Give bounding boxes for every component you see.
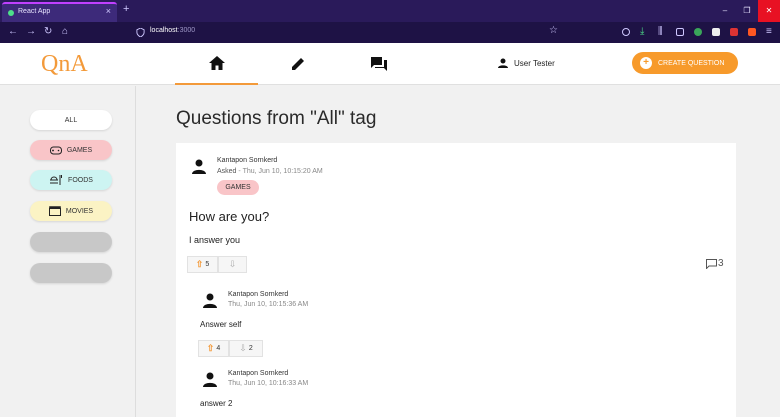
tag-all[interactable]: ALL <box>30 110 112 130</box>
nav-home[interactable] <box>175 43 258 85</box>
create-question-label: CREATE QUESTION <box>658 59 725 67</box>
grid-extension-icon[interactable] <box>712 28 720 36</box>
nav-ask[interactable] <box>256 43 339 85</box>
question-date: Asked - Thu, Jun 10, 10:15:20 AM <box>217 168 323 175</box>
avatar-icon <box>203 293 217 308</box>
pocket-icon[interactable] <box>622 28 630 36</box>
gamepad-icon <box>49 146 62 154</box>
new-tab-button[interactable]: + <box>123 3 129 15</box>
tag-games[interactable]: GAMES <box>30 140 112 160</box>
user-name: User Tester <box>514 58 555 68</box>
tag-movies[interactable]: MOVIES <box>30 201 112 221</box>
tag-label: MOVIES <box>65 207 94 215</box>
download-icon[interactable]: ⤓ <box>640 26 644 37</box>
tag-sidebar: ALL GAMES FOODS MOVIES <box>0 86 136 417</box>
question-title: How are you? <box>189 209 270 224</box>
forum-icon <box>370 57 387 71</box>
plus-icon: + <box>640 57 652 69</box>
movie-icon <box>48 206 61 216</box>
user-menu[interactable]: User Tester <box>498 58 555 68</box>
downvote-button[interactable]: ⇩ 2 <box>229 340 263 357</box>
favicon-icon <box>8 10 14 16</box>
create-question-button[interactable]: + CREATE QUESTION <box>632 52 738 74</box>
tag-placeholder[interactable] <box>30 232 112 252</box>
url-text: localhost:3000 <box>150 27 196 34</box>
home-nav-icon[interactable]: ⌂ <box>62 26 68 37</box>
downvote-count: 2 <box>248 345 253 352</box>
tag-label: GAMES <box>66 146 93 154</box>
address-bar[interactable]: localhost:3000 ☆ <box>128 25 568 40</box>
tab-title: React App <box>18 8 51 15</box>
avatar-icon <box>203 372 217 387</box>
browser-nav-bar: ← → ↻ ⌂ localhost:3000 ☆ ⤓ ⫼ ≡ <box>0 22 780 43</box>
back-icon[interactable]: ← <box>8 26 18 37</box>
menu-icon[interactable]: ≡ <box>766 26 772 37</box>
extension-icon[interactable] <box>694 28 702 36</box>
downvote-button[interactable]: ⇩ <box>218 256 247 273</box>
pencil-icon <box>291 58 304 70</box>
restore-button[interactable]: ❐ <box>736 0 758 22</box>
upvote-arrow-icon: ⇧ <box>206 343 215 353</box>
avatar-icon <box>192 159 206 174</box>
upvote-count: 4 <box>216 345 221 352</box>
answer-author[interactable]: Kantapon Sornkerd <box>228 370 288 377</box>
bookmark-star-icon[interactable]: ☆ <box>549 25 558 36</box>
close-window-button[interactable]: ✕ <box>758 0 780 22</box>
tag-label: FOODS <box>68 176 93 184</box>
upvote-count: 5 <box>205 261 210 268</box>
downvote-arrow-icon: ⇩ <box>228 259 237 269</box>
user-icon <box>498 58 508 68</box>
upvote-button[interactable]: ⇧ 5 <box>187 256 218 273</box>
nav-forum[interactable] <box>337 43 420 85</box>
shield-icon <box>136 28 145 37</box>
app-header: QnA User Tester + CREATE QUESTION <box>0 43 780 85</box>
question-tag[interactable]: GAMES <box>217 180 259 195</box>
tab-close-icon[interactable]: × <box>106 6 111 16</box>
question-author[interactable]: Kantapon Sornkerd <box>217 157 277 164</box>
tag-label: ALL <box>64 116 78 124</box>
upvote-button[interactable]: ⇧ 4 <box>198 340 229 357</box>
answer-body: answer 2 <box>200 399 233 408</box>
logo[interactable]: QnA <box>41 51 88 78</box>
upvote-arrow-icon: ⇧ <box>195 259 204 269</box>
window-controls: – ❐ ✕ <box>714 0 780 22</box>
tag-foods[interactable]: FOODS <box>30 170 112 190</box>
sidebar-toggle-icon[interactable] <box>676 28 684 36</box>
answer-date: Thu, Jun 10, 10:15:36 AM <box>228 301 309 308</box>
tag-placeholder[interactable] <box>30 263 112 283</box>
comment-count[interactable]: 3 <box>706 258 724 269</box>
answer-date: Thu, Jun 10, 10:16:33 AM <box>228 380 309 387</box>
browser-tab[interactable]: React App × <box>2 2 117 22</box>
reload-icon[interactable]: ↻ <box>44 26 52 37</box>
question-body: I answer you <box>189 235 241 245</box>
extension-red-icon[interactable] <box>730 28 738 36</box>
question-votes: ⇧ 5 ⇩ <box>187 256 247 273</box>
food-icon <box>50 175 63 185</box>
answer-votes: ⇧ 4 ⇩ 2 <box>198 340 263 357</box>
minimize-button[interactable]: – <box>714 0 736 22</box>
answer-author[interactable]: Kantapon Sornkerd <box>228 291 288 298</box>
comment-count-value: 3 <box>718 258 724 269</box>
downvote-arrow-icon: ⇩ <box>239 343 247 353</box>
comment-icon <box>706 258 717 269</box>
page-title: Questions from "All" tag <box>176 108 377 129</box>
extension-orange-icon[interactable] <box>748 28 756 36</box>
forward-icon[interactable]: → <box>26 26 36 37</box>
home-icon <box>208 56 225 70</box>
browser-tab-bar: React App × + – ❐ ✕ <box>0 0 780 22</box>
answer-body: Answer self <box>200 320 242 329</box>
library-icon[interactable]: ⫼ <box>658 26 663 37</box>
